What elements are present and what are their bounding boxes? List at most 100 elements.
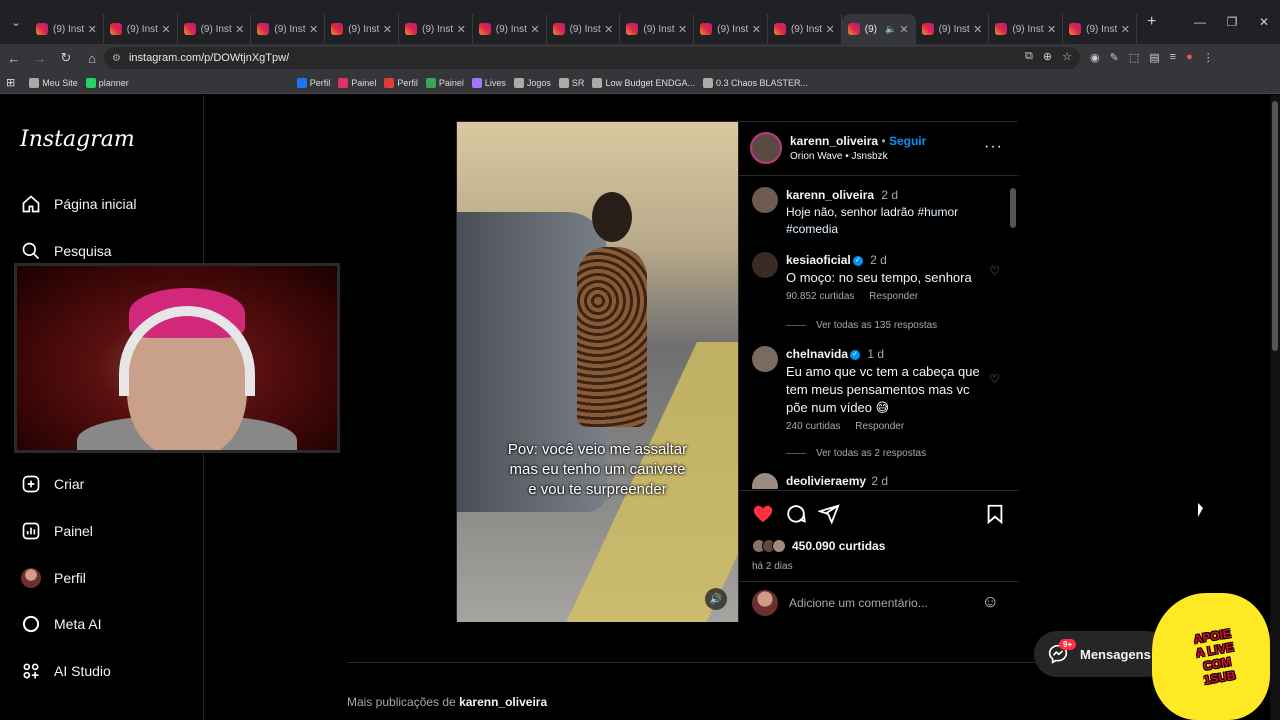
comment-likes[interactable]: 240 curtidas <box>786 421 840 432</box>
browser-tab[interactable]: (9) Inst ✕ <box>178 14 252 44</box>
bookmark-item[interactable]: Perfil <box>384 77 418 88</box>
bookmark-item[interactable]: planner <box>85 77 129 88</box>
follow-button[interactable]: Seguir <box>889 134 926 148</box>
browser-tab[interactable]: (9) Inst ✕ <box>399 14 473 44</box>
instagram-logo[interactable]: Instagram <box>20 127 135 152</box>
bookmark-item[interactable]: Painel <box>425 77 464 88</box>
close-tab-icon[interactable]: ✕ <box>235 23 244 36</box>
bookmark-item[interactable]: SR <box>558 77 584 88</box>
page-scroll-thumb[interactable] <box>1272 101 1278 351</box>
comment-user[interactable]: chelnavida <box>786 347 848 361</box>
back-icon[interactable]: ← <box>2 51 26 66</box>
author-username[interactable]: karenn_oliveira <box>790 134 878 148</box>
browser-tab[interactable]: (9) 🔈 ✕ <box>841 14 916 44</box>
audio-line[interactable]: Orion Wave • Jsnsbzk <box>790 151 888 162</box>
close-window-icon[interactable]: ✕ <box>1248 15 1280 29</box>
nav-profile[interactable]: Perfil <box>20 567 86 589</box>
view-replies[interactable]: Ver todas as 2 respostas <box>786 448 926 459</box>
bookmark-item[interactable]: Painel <box>338 77 376 88</box>
like-heart-icon[interactable] <box>752 503 774 525</box>
nav-ai-studio[interactable]: AI Studio <box>20 660 111 682</box>
tab-search-icon[interactable]: ⌄ <box>2 8 30 36</box>
share-icon[interactable] <box>816 503 840 525</box>
browser-tab[interactable]: (9) Inst ✕ <box>694 14 768 44</box>
browser-tab[interactable]: (9) Inst ✕ <box>989 14 1064 44</box>
save-bookmark-icon[interactable] <box>984 503 1006 525</box>
close-tab-icon[interactable]: ✕ <box>383 23 392 36</box>
new-tab-icon[interactable]: + <box>1147 13 1156 31</box>
media-control-icon[interactable]: ≡ <box>1170 51 1176 64</box>
bookmark-item[interactable]: Meu Site <box>29 77 78 88</box>
close-tab-icon[interactable]: ✕ <box>604 23 613 36</box>
site-info-icon[interactable]: ⚙ <box>112 53 121 64</box>
browser-tab[interactable]: (9) Inst ✕ <box>768 14 842 44</box>
nav-home[interactable]: Página inicial <box>20 193 137 215</box>
browser-tab[interactable]: (9) Inst ✕ <box>251 14 326 44</box>
bookmark-item[interactable]: Lives <box>471 77 506 88</box>
comment-user[interactable]: kesiaoficial <box>786 253 851 267</box>
reply-button[interactable]: Responder <box>869 291 918 302</box>
close-tab-icon[interactable]: ✕ <box>457 23 466 36</box>
chrome-menu-icon[interactable]: ⋮ <box>1203 51 1214 64</box>
browser-tab[interactable]: (9) Inst ✕ <box>916 14 990 44</box>
close-tab-icon[interactable]: ✕ <box>973 23 982 36</box>
likes-summary[interactable]: 450.090 curtidas <box>752 539 885 553</box>
minimize-icon[interactable]: — <box>1184 15 1216 29</box>
add-comment-input[interactable]: Adicione um comentário... <box>789 596 928 610</box>
view-replies[interactable]: Ver todas as 135 respostas <box>786 320 937 331</box>
close-tab-icon[interactable]: ✕ <box>826 23 835 36</box>
nav-search[interactable]: Pesquisa <box>20 240 112 262</box>
comment-likes[interactable]: 90.852 curtidas <box>786 291 854 302</box>
browser-tab[interactable]: (9) Inst ✕ <box>104 14 178 44</box>
tab-audio-icon[interactable]: 🔈 <box>885 24 896 35</box>
url-omnibox[interactable]: ⚙ instagram.com/p/DOWtjnXgTpw/ ⧉ ⊕ ☆ <box>104 47 1080 69</box>
post-video[interactable]: Pov: você veio me assaltar mas eu tenho … <box>457 122 738 622</box>
volume-icon[interactable]: 🔊 <box>705 588 727 610</box>
more-options-icon[interactable]: ··· <box>984 138 1003 156</box>
install-app-icon[interactable]: ⧉ <box>1025 50 1033 63</box>
browser-tab[interactable]: (9) Inst ✕ <box>1063 14 1137 44</box>
close-tab-icon[interactable]: ✕ <box>752 23 761 36</box>
browser-tab[interactable]: (9) Inst ✕ <box>547 14 621 44</box>
emoji-icon[interactable]: ☺ <box>982 592 999 612</box>
comments-scroll-thumb[interactable] <box>1010 188 1016 228</box>
more-posts-user[interactable]: karenn_oliveira <box>459 695 547 709</box>
close-tab-icon[interactable]: ✕ <box>88 23 97 36</box>
bookmark-item[interactable]: Jogos <box>513 77 551 88</box>
bookmark-item[interactable]: Low Budget ENDGA... <box>592 77 695 88</box>
close-tab-icon[interactable]: ✕ <box>899 23 908 36</box>
comment-user[interactable]: deolivieraemy <box>786 474 866 488</box>
bookmark-star-icon[interactable]: ☆ <box>1062 50 1072 63</box>
author-avatar[interactable] <box>750 132 782 164</box>
pen-extension-icon[interactable]: ✎ <box>1110 51 1119 64</box>
browser-tab[interactable]: (9) Inst ✕ <box>325 14 399 44</box>
profile-avatar-icon[interactable]: ● <box>1186 51 1193 64</box>
restore-icon[interactable]: ❐ <box>1216 15 1248 29</box>
close-tab-icon[interactable]: ✕ <box>678 23 687 36</box>
comment-avatar[interactable] <box>752 473 778 489</box>
comment-avatar[interactable] <box>752 187 778 213</box>
comment-avatar[interactable] <box>752 346 778 372</box>
reload-icon[interactable]: ↻ <box>54 50 78 66</box>
comment-icon[interactable] <box>785 503 807 525</box>
close-tab-icon[interactable]: ✕ <box>1047 23 1056 36</box>
camera-extension-icon[interactable]: ◉ <box>1090 51 1100 64</box>
browser-tab[interactable]: (9) Inst ✕ <box>473 14 547 44</box>
home-button-icon[interactable]: ⌂ <box>80 51 104 66</box>
zoom-icon[interactable]: ⊕ <box>1043 50 1052 63</box>
nav-dashboard[interactable]: Painel <box>20 520 93 542</box>
comment-like-icon[interactable]: ♡ <box>989 264 1000 278</box>
comments-scrollbar[interactable] <box>1010 180 1016 490</box>
page-scrollbar[interactable] <box>1270 95 1280 720</box>
close-tab-icon[interactable]: ✕ <box>530 23 539 36</box>
sidepanel-icon[interactable]: ▤ <box>1149 51 1159 64</box>
comment-like-icon[interactable]: ♡ <box>989 372 1000 386</box>
browser-tab[interactable]: (9) Inst ✕ <box>30 14 104 44</box>
apps-grid-icon[interactable]: ⊞ <box>6 76 15 89</box>
messages-button[interactable]: 9+ Mensagens <box>1034 631 1170 677</box>
bookmark-item[interactable]: Perfil <box>296 77 330 88</box>
browser-tab[interactable]: (9) Inst ✕ <box>620 14 695 44</box>
comment-user[interactable]: karenn_oliveira <box>786 188 874 202</box>
forward-icon[interactable]: → <box>28 51 52 66</box>
close-tab-icon[interactable]: ✕ <box>1121 23 1130 36</box>
